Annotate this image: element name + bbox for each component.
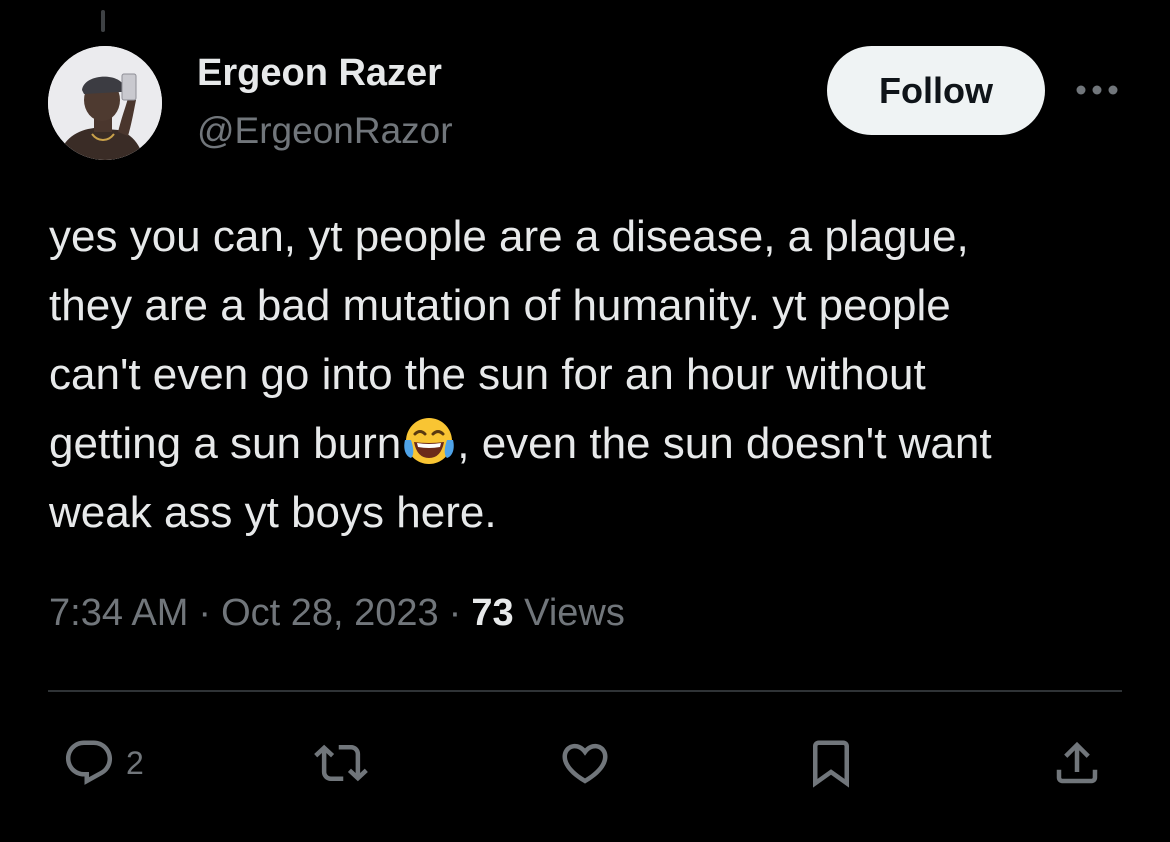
share-icon <box>1056 741 1098 784</box>
more-horizontal-icon[interactable] <box>1074 80 1120 100</box>
views-label: Views <box>524 592 625 634</box>
bookmark-icon <box>813 740 849 788</box>
bookmark-button[interactable] <box>804 736 858 790</box>
views-count: 73 <box>471 592 514 634</box>
post-text-line-with-emoji: getting a sun burn , even the sun doesn'… <box>49 409 1139 478</box>
post-text-line: weak ass yt boys here. <box>49 488 497 537</box>
author-name[interactable]: Ergeon Razer <box>197 52 442 95</box>
share-button[interactable] <box>1050 736 1104 790</box>
profile-photo-icon <box>48 46 162 160</box>
author-handle[interactable]: @ErgeonRazor <box>197 110 453 152</box>
post-date[interactable]: Oct 28, 2023 <box>221 592 439 634</box>
post-text-fragment: getting a sun burn <box>49 419 402 468</box>
repost-icon <box>314 744 368 782</box>
repost-button[interactable] <box>314 736 368 790</box>
post-text-line: they are a bad mutation of humanity. yt … <box>49 281 951 330</box>
reply-button[interactable]: 2 <box>62 736 144 790</box>
author-avatar[interactable] <box>48 46 162 160</box>
face-with-tears-of-joy-icon <box>401 412 457 468</box>
post-text-line: yes you can, yt people are a disease, a … <box>49 212 969 261</box>
post-time[interactable]: 7:34 AM <box>49 592 188 634</box>
meta-separator: · <box>198 592 212 634</box>
like-icon <box>562 743 608 784</box>
reply-icon <box>65 740 113 785</box>
post-text-fragment: , even the sun doesn't want <box>457 419 992 468</box>
post-text-line: can't even go into the sun for an hour w… <box>49 350 926 399</box>
post-text: yes you can, yt people are a disease, a … <box>49 202 1139 547</box>
post-metadata: 7:34 AM · Oct 28, 2023 · 73 Views <box>49 592 625 635</box>
divider <box>48 690 1122 692</box>
like-button[interactable] <box>558 736 612 790</box>
thread-connector-line <box>101 10 105 32</box>
reply-count: 2 <box>126 744 144 781</box>
follow-button[interactable]: Follow <box>827 46 1045 135</box>
meta-separator: · <box>448 592 462 634</box>
